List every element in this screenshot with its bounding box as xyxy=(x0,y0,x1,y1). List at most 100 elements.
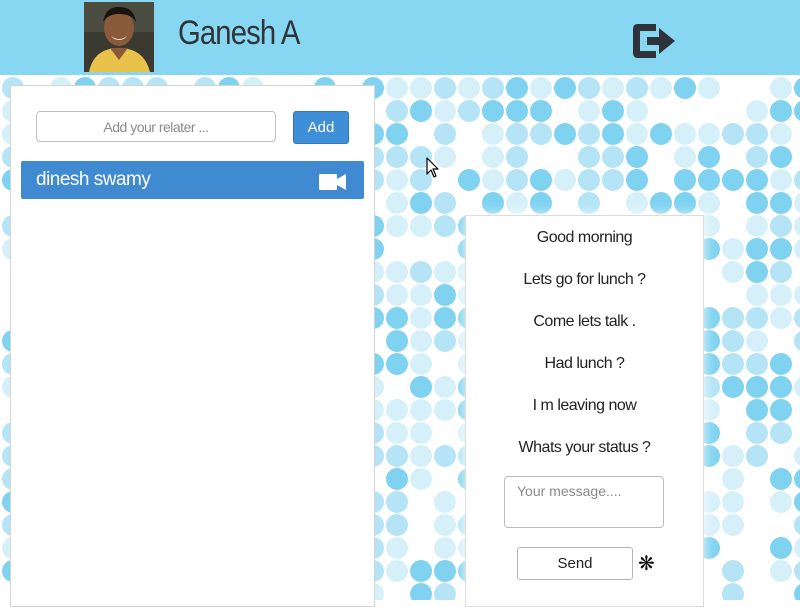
quick-message[interactable]: Good morning xyxy=(466,229,703,247)
background-dot xyxy=(578,123,600,145)
background-dot xyxy=(770,399,792,421)
background-dot xyxy=(386,77,408,99)
background-dot xyxy=(506,146,528,168)
background-dot xyxy=(650,123,672,145)
background-dot xyxy=(698,169,720,191)
background-dot xyxy=(482,123,504,145)
background-dot xyxy=(674,77,696,99)
logout-icon[interactable] xyxy=(630,20,678,62)
background-dot xyxy=(578,192,600,214)
background-dot xyxy=(410,192,432,214)
background-dot xyxy=(410,353,432,375)
background-dot xyxy=(434,583,456,600)
background-dot xyxy=(410,215,432,237)
background-dot xyxy=(770,238,792,260)
background-dot xyxy=(458,77,480,99)
background-dot xyxy=(770,146,792,168)
background-dot xyxy=(602,123,624,145)
background-dot xyxy=(434,560,456,582)
background-dot xyxy=(794,376,800,398)
message-input[interactable] xyxy=(504,476,664,528)
background-dot xyxy=(410,583,432,600)
relater-input[interactable] xyxy=(36,111,276,142)
background-dot xyxy=(698,192,720,214)
background-dot xyxy=(794,491,800,513)
background-dot xyxy=(386,537,408,559)
quick-message[interactable]: Come lets talk . xyxy=(466,313,703,331)
background-dot xyxy=(386,123,408,145)
background-dot xyxy=(530,192,552,214)
background-dot xyxy=(722,491,744,513)
avatar[interactable] xyxy=(84,2,154,72)
background-dot xyxy=(674,192,696,214)
background-dot xyxy=(794,169,800,191)
quick-message[interactable]: Whats your status ? xyxy=(466,439,703,457)
background-dot xyxy=(626,100,648,122)
background-dot xyxy=(386,192,408,214)
background-dot xyxy=(386,353,408,375)
background-dot xyxy=(746,422,768,444)
background-dot xyxy=(434,215,456,237)
background-dot xyxy=(386,284,408,306)
background-dot xyxy=(386,307,408,329)
background-dot xyxy=(386,445,408,467)
contact-row[interactable]: dinesh swamy xyxy=(21,161,364,199)
background-dot xyxy=(386,514,408,536)
background-dot xyxy=(722,445,744,467)
background-dot xyxy=(530,100,552,122)
background-dot xyxy=(434,514,456,536)
background-dot xyxy=(770,100,792,122)
background-dot xyxy=(746,146,768,168)
background-dot xyxy=(386,100,408,122)
background-dot xyxy=(746,169,768,191)
background-dot xyxy=(386,560,408,582)
background-dot xyxy=(770,353,792,375)
background-dot xyxy=(506,123,528,145)
background-dot xyxy=(386,330,408,352)
background-dot xyxy=(722,560,744,582)
background-dot xyxy=(674,146,696,168)
background-dot xyxy=(602,146,624,168)
background-dot xyxy=(578,77,600,99)
background-dot xyxy=(794,445,800,467)
background-dot xyxy=(722,123,744,145)
background-dot xyxy=(626,146,648,168)
quick-message[interactable]: Had lunch ? xyxy=(466,355,703,373)
background-dot xyxy=(746,123,768,145)
background-dot xyxy=(386,169,408,191)
background-dot xyxy=(434,491,456,513)
background-dot xyxy=(554,77,576,99)
quick-message[interactable]: Lets go for lunch ? xyxy=(466,271,703,289)
add-button[interactable]: Add xyxy=(293,111,349,144)
background-dot xyxy=(722,169,744,191)
background-dot xyxy=(770,307,792,329)
quick-message[interactable]: I m leaving now xyxy=(466,397,703,415)
background-dot xyxy=(410,330,432,352)
background-dot xyxy=(770,215,792,237)
background-dot xyxy=(482,146,504,168)
video-camera-icon[interactable] xyxy=(319,174,347,190)
background-dot xyxy=(746,353,768,375)
background-dot xyxy=(794,330,800,352)
top-bar: Ganesh A xyxy=(0,0,800,75)
background-dot xyxy=(386,215,408,237)
background-dot xyxy=(794,583,800,600)
background-dot xyxy=(746,445,768,467)
background-dot xyxy=(434,123,456,145)
chat-panel: Good morning Lets go for lunch ? Come le… xyxy=(465,215,704,607)
background-dot xyxy=(626,169,648,191)
background-dot xyxy=(458,100,480,122)
background-dot xyxy=(482,77,504,99)
background-dot xyxy=(650,77,672,99)
background-dot xyxy=(410,468,432,490)
background-dot xyxy=(434,537,456,559)
background-dot xyxy=(722,468,744,490)
background-dot xyxy=(794,77,800,99)
background-dot xyxy=(626,77,648,99)
background-dot xyxy=(746,238,768,260)
asterisk-icon: ❋ xyxy=(638,553,655,575)
send-button[interactable]: Send xyxy=(517,547,633,580)
background-dot xyxy=(626,123,648,145)
background-dot xyxy=(482,169,504,191)
background-dot xyxy=(770,284,792,306)
